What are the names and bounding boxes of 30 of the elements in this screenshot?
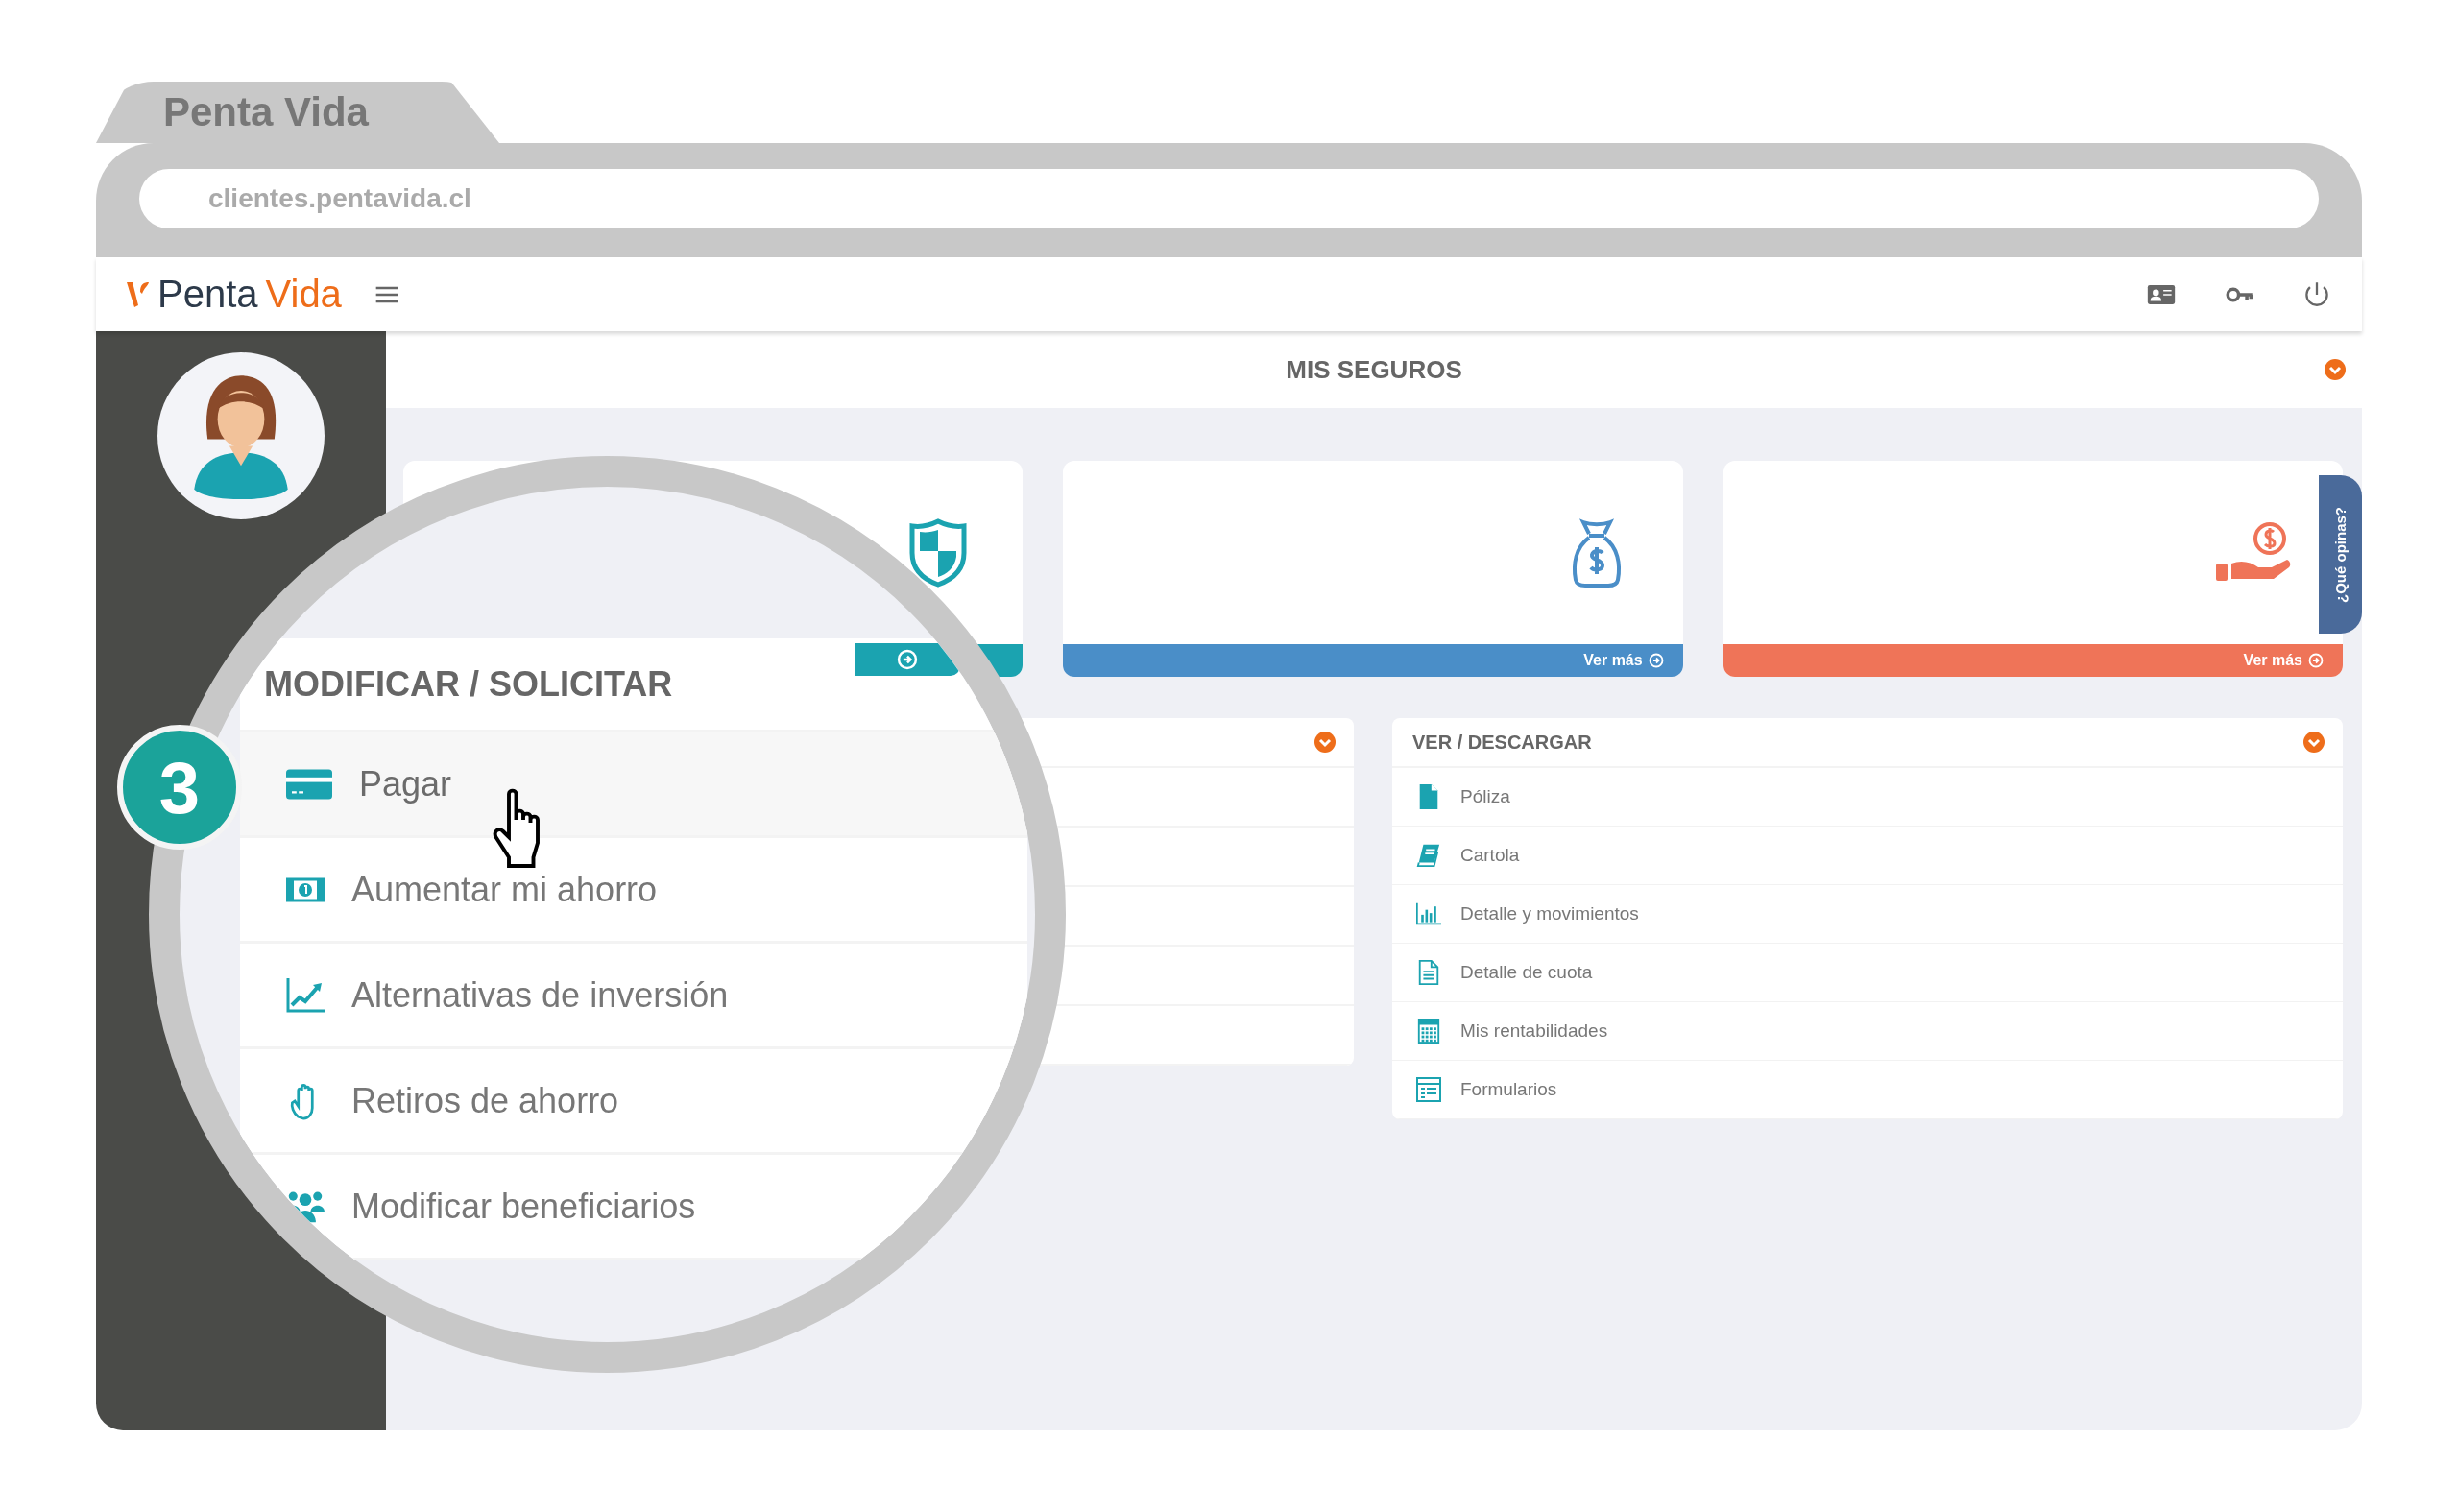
logo-mark-icon [127, 279, 150, 309]
download-item[interactable]: Detalle de cuota [1392, 944, 2343, 1002]
arrow-circle-icon [897, 649, 918, 670]
logo-text: Penta [157, 273, 258, 316]
download-item[interactable]: Detalle y movimientos [1392, 885, 2343, 944]
panel-title: MODIFICAR / SOLICITAR [264, 663, 673, 705]
see-more-link[interactable]: Ver más [1583, 652, 1664, 669]
arrow-circle-icon [1648, 653, 1664, 668]
download-item[interactable]: Póliza [1392, 768, 2343, 827]
download-item[interactable]: Cartola [1392, 827, 2343, 885]
download-item[interactable]: Formularios [1392, 1061, 2343, 1119]
book-icon [1416, 843, 1441, 868]
line-chart-icon [286, 975, 325, 1015]
document-icon [1416, 960, 1441, 985]
address-bar[interactable]: clientes.pentavida.cl [139, 169, 2319, 228]
form-icon [1416, 1077, 1441, 1102]
chevron-down-icon[interactable] [1313, 731, 1337, 754]
calculator-icon [1416, 1019, 1441, 1044]
arrow-circle-icon [2308, 653, 2324, 668]
menu-item[interactable]: Pagar [240, 732, 1027, 838]
panel-title: VER / DESCARGAR [1412, 731, 1592, 754]
chevron-down-icon[interactable] [2324, 358, 2347, 381]
download-item[interactable]: Mis rentabilidades [1392, 1002, 2343, 1061]
browser-tab[interactable]: Penta Vida [96, 82, 499, 143]
section-title: MIS SEGUROS [1286, 354, 1462, 385]
see-more-link[interactable]: Ver más [2243, 652, 2324, 669]
feedback-tab[interactable]: ¿Qué opinas? [2319, 475, 2362, 634]
bar-chart-icon [1416, 901, 1441, 926]
chevron-down-icon[interactable] [2302, 731, 2325, 754]
logo-text: Vida [265, 273, 342, 316]
